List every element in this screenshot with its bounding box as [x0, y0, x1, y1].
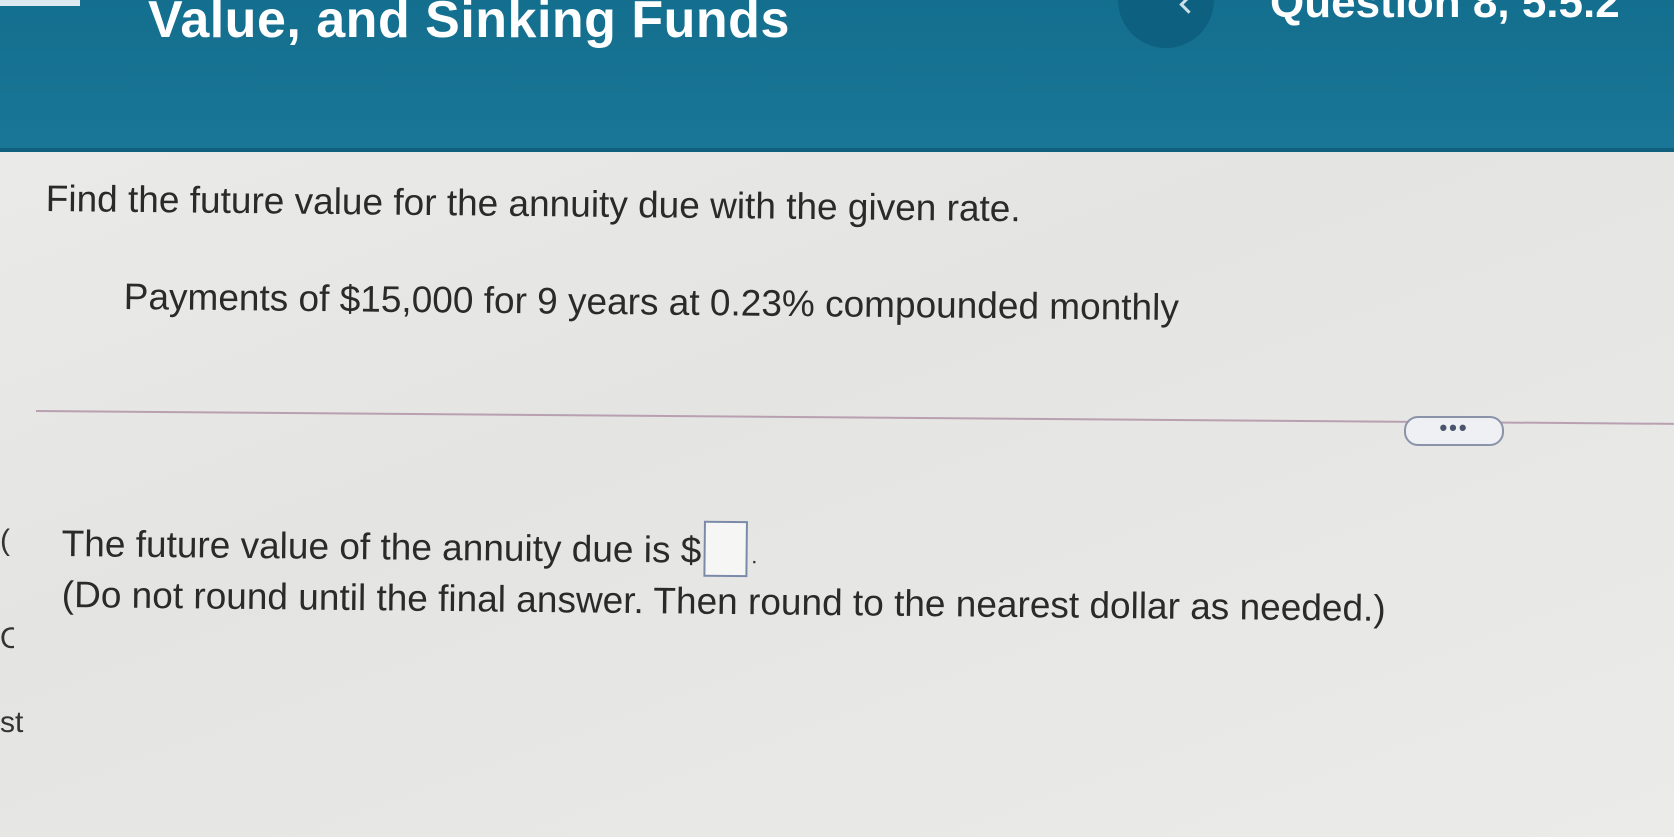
problem-statement: Payments of $15,000 for 9 years at 0.23%…	[123, 276, 1180, 329]
question-number: Question 8, 5.5.2	[1270, 0, 1620, 27]
answer-prompt-text: The future value of the annuity due is $	[61, 522, 702, 571]
edge-fragment-3: st	[0, 706, 24, 739]
header-bar: Value, and Sinking Funds Question 8, 5.5…	[0, 0, 1674, 152]
answer-line: The future value of the annuity due is $…	[61, 514, 758, 578]
more-options-button[interactable]: •••	[1404, 415, 1504, 446]
previous-question-button[interactable]	[1118, 0, 1214, 48]
question-page: Value, and Sinking Funds Question 8, 5.5…	[0, 0, 1674, 837]
header-menu-mark	[0, 0, 80, 6]
page-title: Value, and Sinking Funds	[148, 0, 790, 49]
answer-input[interactable]	[703, 520, 748, 578]
chevron-left-icon	[1179, 0, 1198, 14]
edge-fragment-2: O	[0, 622, 14, 655]
answer-suffix: .	[751, 543, 758, 569]
edge-fragment-1: (	[0, 524, 10, 557]
question-prompt: Find the future value for the annuity du…	[45, 178, 1021, 230]
rounding-instruction: (Do not round until the final answer. Th…	[61, 574, 1386, 629]
ellipsis-icon: •••	[1439, 415, 1469, 440]
